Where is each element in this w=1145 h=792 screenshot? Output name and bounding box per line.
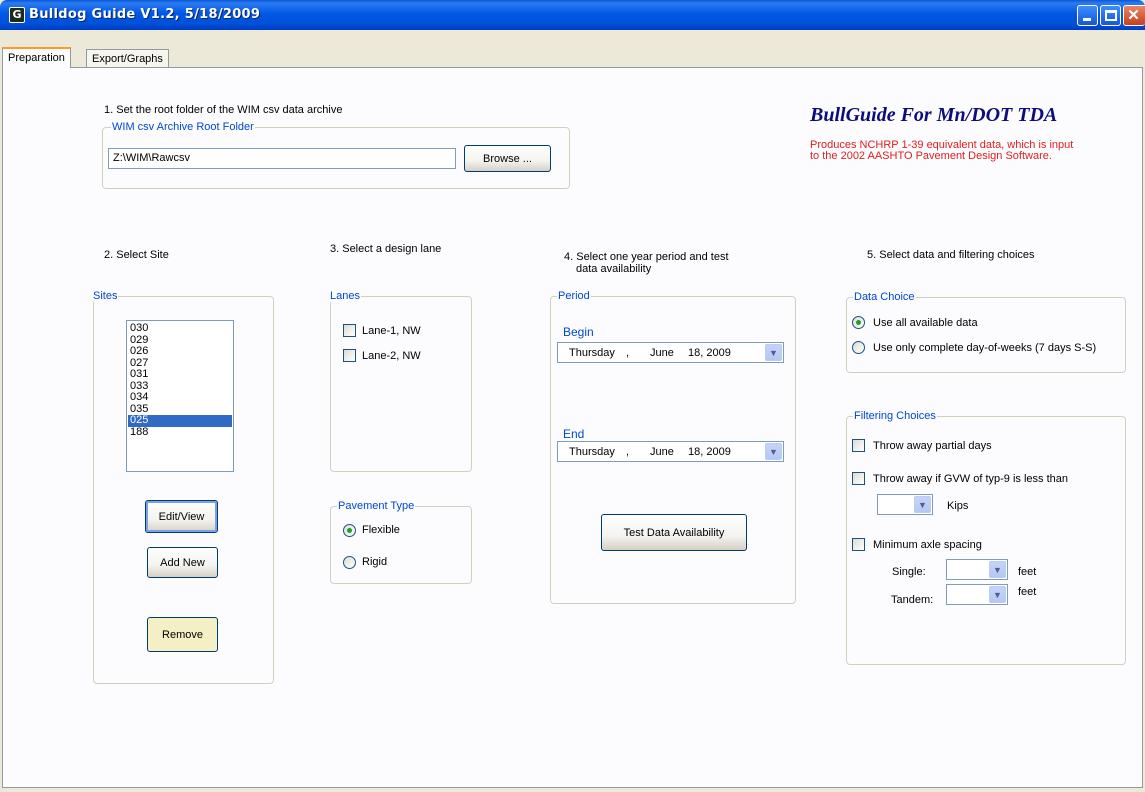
title-bar[interactable]: G Bulldog Guide V1.2, 5/18/2009 ✕ [0,0,1145,30]
app-icon: G [9,7,25,23]
list-item-selected[interactable]: 025 [128,414,232,427]
sites-group-label: Sites [92,290,119,302]
lane-1-checkbox[interactable] [343,324,356,337]
tab-preparation[interactable]: Preparation [2,47,71,68]
browse-button[interactable]: Browse ... [464,145,551,172]
step5-label: 5. Select data and filtering choices [867,249,1035,261]
add-new-button[interactable]: Add New [147,547,218,578]
step2-label: 2. Select Site [104,249,169,261]
list-item[interactable]: 031 [128,368,232,381]
single-label: Single: [892,566,926,578]
end-weekday: Thursday [569,446,615,458]
list-item[interactable]: 030 [128,322,232,335]
lanes-group: Lanes [329,290,472,472]
list-item[interactable]: 188 [128,426,232,439]
pavement-type-group-label: Pavement Type [337,500,416,512]
end-month: June [650,446,674,458]
close-button[interactable]: ✕ [1123,5,1145,26]
list-item[interactable]: 034 [128,391,232,404]
begin-month: June [650,347,674,359]
radio-selected-dot [347,528,352,533]
chevron-down-icon[interactable]: ▼ [914,496,931,513]
minimum-axle-spacing-label: Minimum axle spacing [873,539,982,551]
maximize-button[interactable] [1100,5,1121,26]
rigid-label: Rigid [362,556,388,568]
step1-label: 1. Set the root folder of the WIM csv da… [104,104,343,116]
lane-2-checkbox[interactable] [343,349,356,362]
single-spacing-dropdown[interactable]: ▼ [946,559,1008,580]
step4-label-line1: 4. Select one year period and test [564,251,729,263]
begin-weekday: Thursday [569,347,615,359]
rigid-radio[interactable] [343,556,356,569]
period-group-label: Period [557,290,591,302]
test-data-availability-button[interactable]: Test Data Availability [601,514,747,551]
complete-weeks-label: Use only complete day-of-weeks (7 days S… [873,342,1097,354]
use-all-data-label: Use all available data [873,317,978,329]
throw-partial-days-checkbox[interactable] [852,439,865,452]
root-folder-group-label: WIM csv Archive Root Folder [111,121,255,133]
app-banner-title: BullGuide For Mn/DOT TDA [810,104,1058,126]
step3-label: 3. Select a design lane [330,243,442,255]
filtering-choices-group-label: Filtering Choices [853,410,937,422]
minimum-axle-spacing-checkbox[interactable] [852,538,865,551]
end-separator: , [626,446,630,458]
end-date-picker[interactable]: Thursday , June 18, 2009 ▼ [557,441,784,462]
close-icon: ✕ [1127,7,1140,24]
root-folder-input[interactable]: Z:\WIM\Rawcsv [108,148,456,169]
flexible-label: Flexible [362,524,400,536]
end-label: End [563,427,585,441]
begin-date-picker[interactable]: Thursday , June 18, 2009 ▼ [557,342,784,363]
throw-gvw-checkbox[interactable] [852,472,865,485]
pavement-type-group: Pavement Type [330,500,472,584]
maximize-icon [1105,10,1117,21]
lane-1-label: Lane-1, NW [362,325,421,337]
throw-partial-days-label: Throw away partial days [873,440,992,452]
minimize-button[interactable] [1077,5,1098,26]
use-all-data-radio[interactable] [852,316,865,329]
single-feet-label: feet [1018,566,1037,578]
complete-weeks-radio[interactable] [852,341,865,354]
radio-selected-dot [856,320,861,325]
chevron-down-icon[interactable]: ▼ [765,344,782,361]
begin-separator: , [626,347,630,359]
throw-gvw-label: Throw away if GVW of typ-9 is less than [873,473,1069,485]
chevron-down-icon[interactable]: ▼ [989,586,1006,603]
kips-label: Kips [947,500,969,512]
edit-view-button[interactable]: Edit/View [145,500,218,533]
sites-listbox[interactable]: 030 029 026 027 031 033 034 035 025 188 [126,320,234,472]
lane-2-label: Lane-2, NW [362,350,421,362]
gvw-kips-dropdown[interactable]: ▼ [877,494,933,515]
tandem-feet-label: feet [1018,586,1037,598]
chevron-down-icon[interactable]: ▼ [765,443,782,460]
tandem-spacing-dropdown[interactable]: ▼ [946,584,1008,605]
list-item[interactable]: 026 [128,345,232,358]
tandem-label: Tandem: [891,594,934,606]
end-day-year: 18, 2009 [688,446,731,458]
banner-note-line2: to the 2002 AASHTO Pavement Design Softw… [810,150,1052,162]
begin-day-year: 18, 2009 [688,347,731,359]
step4-label-line2: data availability [576,263,652,275]
lanes-group-label: Lanes [329,290,361,302]
flexible-radio[interactable] [343,524,356,537]
window-title: Bulldog Guide V1.2, 5/18/2009 [29,7,261,22]
remove-button[interactable]: Remove [147,617,218,652]
data-choice-group: Data Choice [846,291,1126,373]
minimize-icon [1083,18,1091,21]
data-choice-group-label: Data Choice [853,291,916,303]
begin-label: Begin [563,325,594,339]
chevron-down-icon[interactable]: ▼ [989,561,1006,578]
